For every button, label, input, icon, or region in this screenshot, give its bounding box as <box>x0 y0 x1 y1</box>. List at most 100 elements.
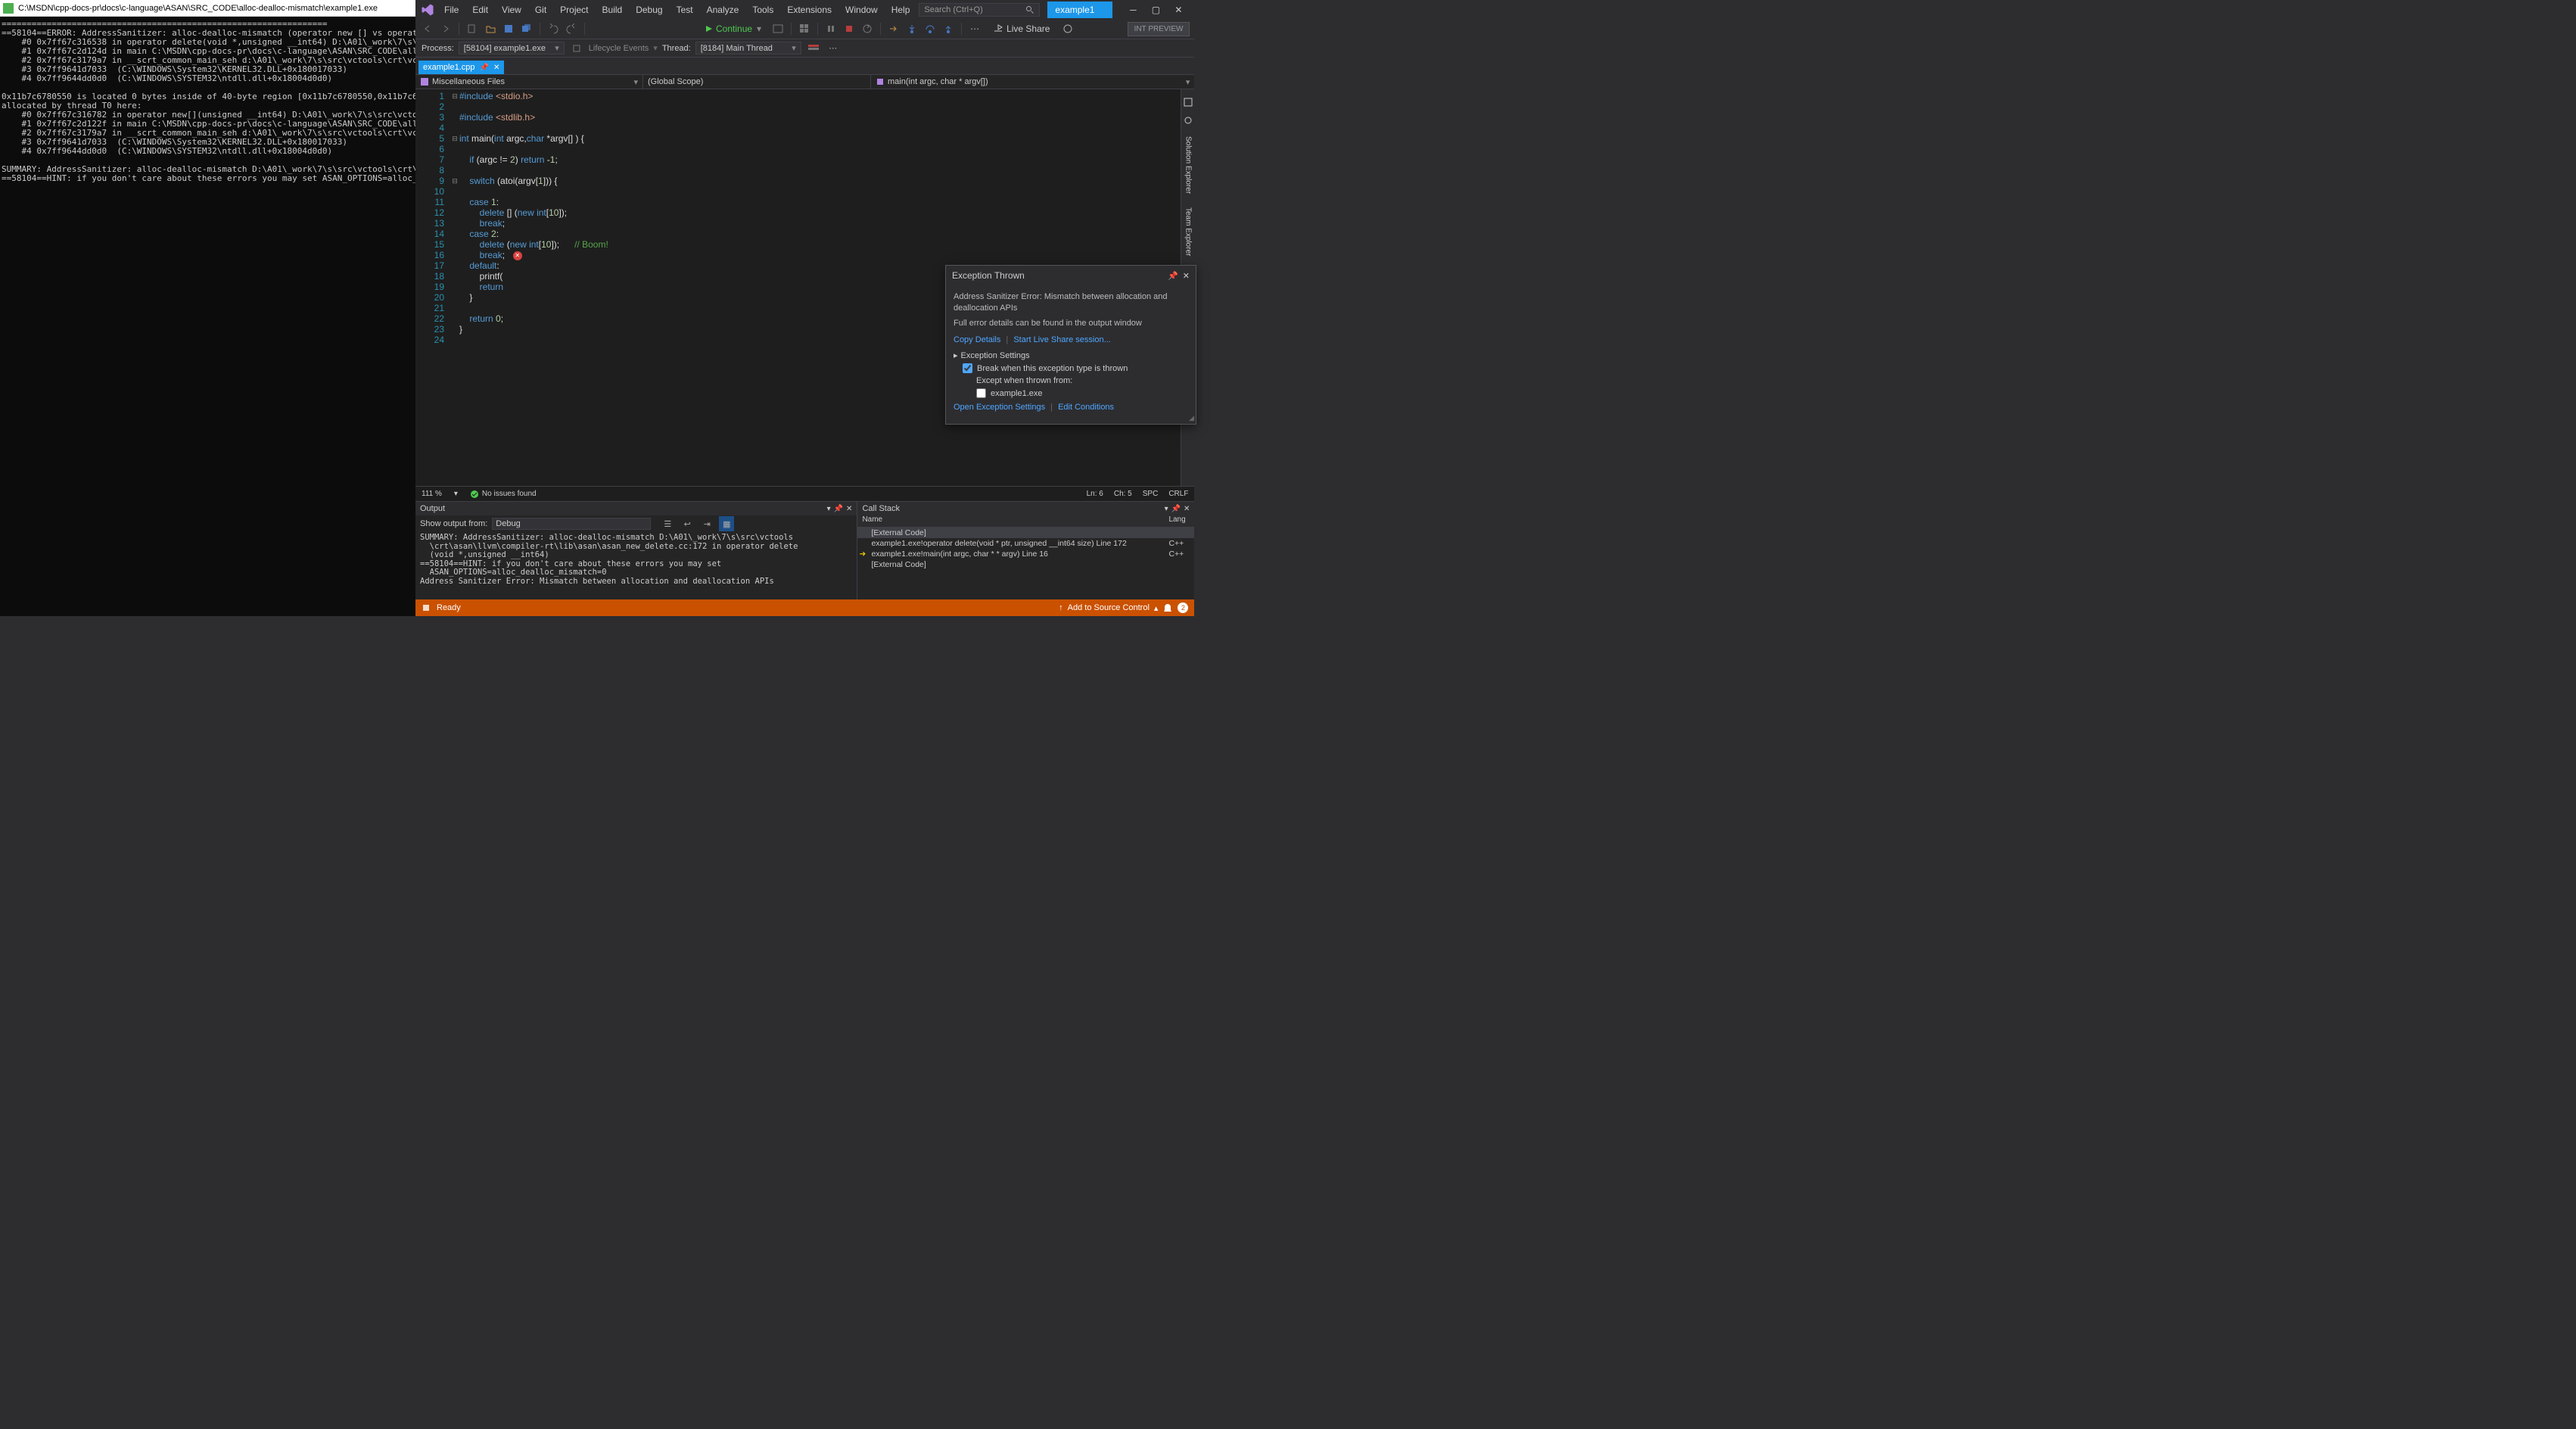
search-box[interactable]: Search (Ctrl+Q) <box>919 3 1040 17</box>
undo-icon[interactable] <box>546 21 561 36</box>
resize-handle-icon[interactable]: ◢ <box>1189 414 1194 422</box>
callstack-row[interactable]: [External Code] <box>857 559 1194 570</box>
tab-close-icon[interactable]: ✕ <box>493 64 499 72</box>
menu-window[interactable]: Window <box>839 3 884 17</box>
menu-tools[interactable]: Tools <box>746 3 779 17</box>
redo-icon[interactable] <box>564 21 579 36</box>
code-line[interactable] <box>459 123 1181 133</box>
step-into-icon[interactable] <box>904 21 919 36</box>
output-wrap-icon[interactable]: ↩ <box>680 516 695 531</box>
process-dropdown[interactable]: [58104] example1.exe▾ <box>459 42 565 54</box>
code-line[interactable]: int main(int argc,char *argv[] ) { <box>459 133 1181 144</box>
panel-pin-icon[interactable]: 📌 <box>1171 505 1181 513</box>
step-over-icon[interactable] <box>922 21 938 36</box>
rail-team-explorer[interactable]: Team Explorer <box>1184 204 1192 259</box>
nav-fwd-icon[interactable] <box>438 21 453 36</box>
notification-count-badge[interactable]: 2 <box>1178 602 1188 613</box>
code-line[interactable]: case 2: <box>459 229 1181 239</box>
nav-scope-dropdown[interactable]: (Global Scope) <box>643 77 870 86</box>
chevron-up-icon[interactable]: ▴ <box>1154 603 1159 613</box>
menu-analyze[interactable]: Analyze <box>701 3 745 17</box>
console-output[interactable]: ========================================… <box>0 17 415 616</box>
output-text[interactable]: SUMMARY: AddressSanitizer: alloc-dealloc… <box>415 532 857 599</box>
code-line[interactable]: #include <stdio.h> <box>459 91 1181 101</box>
open-icon[interactable] <box>483 21 498 36</box>
pause-icon[interactable] <box>823 21 838 36</box>
code-line[interactable] <box>459 144 1181 154</box>
tab-example1[interactable]: example1.cpp 📌 ✕ <box>418 61 504 74</box>
menu-test[interactable]: Test <box>670 3 699 17</box>
minimize-button[interactable]: ─ <box>1122 2 1144 17</box>
break-checkbox[interactable] <box>963 363 972 373</box>
settings-icon[interactable] <box>1183 115 1193 126</box>
output-goto-icon[interactable]: ⇥ <box>699 516 714 531</box>
edit-conditions-link[interactable]: Edit Conditions <box>1058 403 1114 412</box>
line-gutter[interactable]: 123456789101112131415161718192021222324 <box>415 89 450 486</box>
nav-project-dropdown[interactable]: Miscellaneous Files ▾ <box>415 77 642 87</box>
callstack-row[interactable]: ➜example1.exe!main(int argc, char * * ar… <box>857 549 1194 559</box>
feedback-icon[interactable] <box>1060 21 1075 36</box>
liveshare-link[interactable]: Start Live Share session... <box>1013 335 1110 344</box>
menu-extensions[interactable]: Extensions <box>781 3 838 17</box>
open-exception-settings-link[interactable]: Open Exception Settings <box>954 403 1045 412</box>
panel-dropdown-icon[interactable]: ▾ <box>827 505 831 513</box>
lifecycle-label[interactable]: Lifecycle Events <box>589 44 649 53</box>
popup-pin-icon[interactable]: 📌 <box>1168 271 1178 281</box>
output-source-dropdown[interactable]: Debug <box>492 518 651 530</box>
menu-help[interactable]: Help <box>885 3 916 17</box>
except-item-checkbox[interactable] <box>976 388 986 398</box>
exception-settings-toggle[interactable]: ▸ Exception Settings <box>954 350 1188 360</box>
step-out-icon[interactable] <box>941 21 956 36</box>
live-share-button[interactable]: Live Share <box>993 23 1050 34</box>
code-line[interactable]: delete (new int[10]); // Boom! <box>459 239 1181 250</box>
callstack-body[interactable]: [External Code]example1.exe!operator del… <box>857 528 1194 570</box>
close-button[interactable]: ✕ <box>1167 2 1190 17</box>
menu-build[interactable]: Build <box>596 3 629 17</box>
doc-title-tab[interactable]: example1 <box>1047 2 1112 18</box>
callstack-row[interactable]: example1.exe!operator delete(void * ptr,… <box>857 538 1194 549</box>
code-line[interactable]: break; <box>459 250 1181 260</box>
restart-icon[interactable] <box>860 21 875 36</box>
panel-close-icon[interactable]: ✕ <box>1184 505 1190 513</box>
vs-logo-icon[interactable] <box>420 2 435 17</box>
panel-dropdown-icon[interactable]: ▾ <box>1165 505 1168 513</box>
menu-git[interactable]: Git <box>529 3 552 17</box>
code-line[interactable]: if (argc != 2) return -1; <box>459 154 1181 165</box>
up-arrow-icon[interactable]: ↑ <box>1059 603 1063 612</box>
nav-back-icon[interactable] <box>420 21 435 36</box>
thread-dropdown[interactable]: [8184] Main Thread▾ <box>695 42 801 54</box>
stack-frame-icon[interactable] <box>806 41 821 56</box>
code-line[interactable] <box>459 165 1181 176</box>
maximize-button[interactable]: ▢ <box>1144 2 1167 17</box>
code-line[interactable]: switch (atoi(argv[1])) { <box>459 176 1181 186</box>
menu-project[interactable]: Project <box>554 3 594 17</box>
line-ending[interactable]: CRLF <box>1168 490 1188 498</box>
windows-icon[interactable] <box>797 21 812 36</box>
console-title-bar[interactable]: C:\MSDN\cpp-docs-pr\docs\c-language\ASAN… <box>0 0 415 17</box>
callstack-header[interactable]: Name Lang <box>857 515 1194 528</box>
code-line[interactable]: case 1: <box>459 197 1181 207</box>
output-toggle-icon[interactable]: ▦ <box>719 516 734 531</box>
add-source-control[interactable]: Add to Source Control <box>1068 603 1150 612</box>
menu-debug[interactable]: Debug <box>630 3 668 17</box>
save-all-icon[interactable] <box>519 21 534 36</box>
more-debug-icon[interactable]: ⋯ <box>826 41 841 56</box>
menu-view[interactable]: View <box>496 3 527 17</box>
fold-gutter[interactable]: ⊟⊟⊟ <box>450 89 459 486</box>
more-icon[interactable]: ⋯ <box>967 21 982 36</box>
error-glyph-icon[interactable] <box>513 251 522 260</box>
lifecycle-icon[interactable] <box>569 41 584 56</box>
output-clear-icon[interactable]: ☰ <box>660 516 675 531</box>
code-line[interactable]: delete [] (new int[10]); <box>459 207 1181 218</box>
browser-icon[interactable] <box>770 21 786 36</box>
callstack-row[interactable]: [External Code] <box>857 528 1194 538</box>
stop-icon[interactable] <box>842 21 857 36</box>
panel-pin-icon[interactable]: 📌 <box>834 505 843 513</box>
properties-icon[interactable] <box>1183 97 1193 107</box>
code-line[interactable]: break; <box>459 218 1181 229</box>
popup-close-icon[interactable]: ✕ <box>1183 271 1190 281</box>
zoom-level[interactable]: 111 % <box>422 490 442 498</box>
code-line[interactable] <box>459 186 1181 197</box>
code-line[interactable] <box>459 101 1181 112</box>
save-icon[interactable] <box>501 21 516 36</box>
